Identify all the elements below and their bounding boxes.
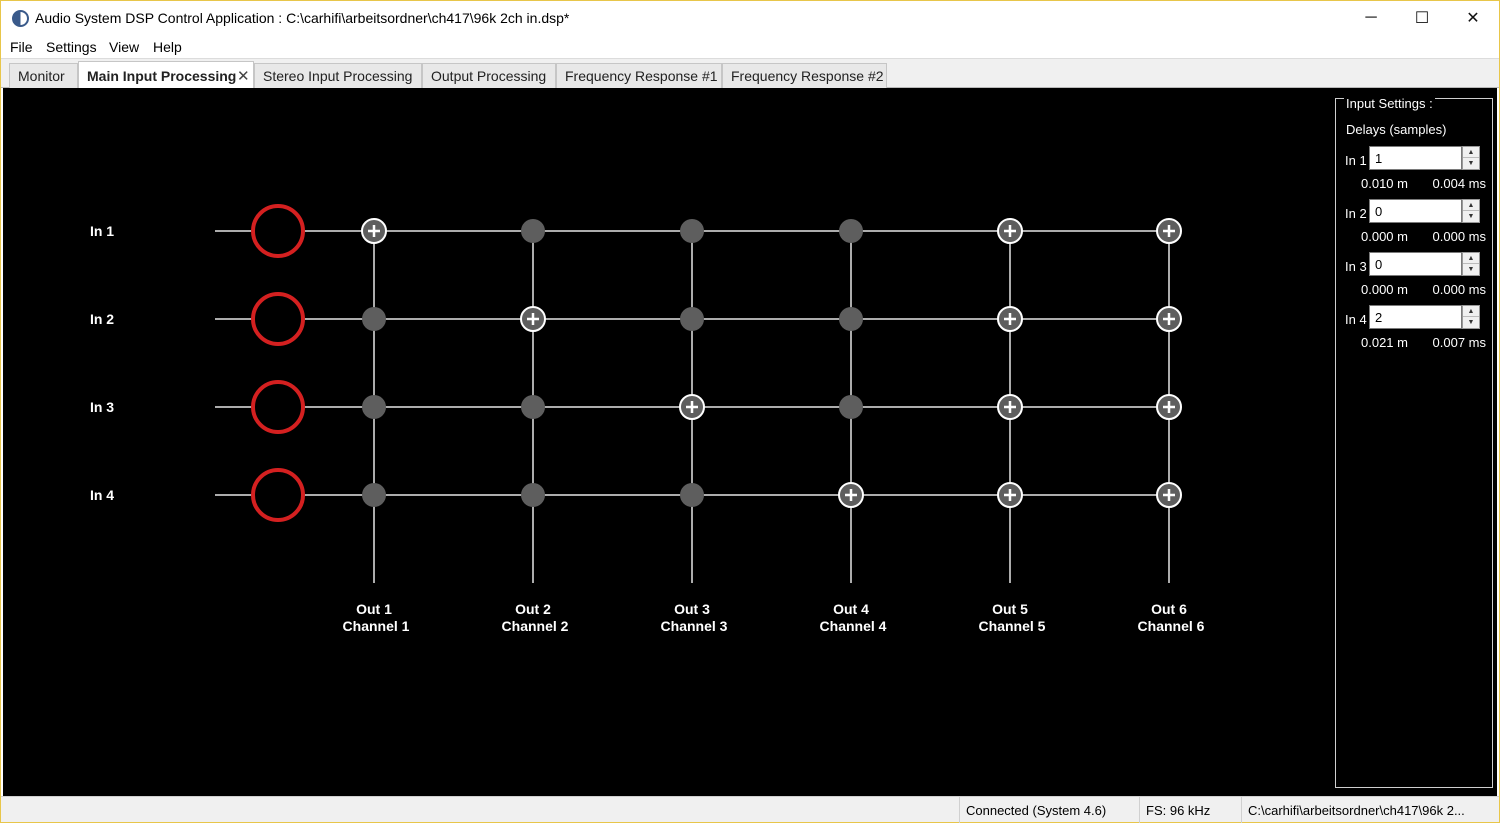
delay-input-in1[interactable] [1369, 146, 1462, 170]
tab-label: Output Processing [431, 68, 547, 84]
spin-down-icon[interactable]: ▼ [1463, 317, 1479, 328]
crosspoint-off[interactable] [521, 395, 545, 419]
input-level-ring[interactable] [251, 468, 305, 522]
output-label: Out 3 [674, 601, 710, 617]
delay-ms: 0.000 ms [1432, 282, 1486, 297]
app-window: Audio System DSP Control Application : C… [0, 0, 1500, 823]
delays-heading: Delays (samples) [1346, 122, 1447, 137]
spin-up-icon[interactable]: ▲ [1463, 253, 1479, 264]
input-level-ring[interactable] [251, 380, 305, 434]
delay-input-in2[interactable] [1369, 199, 1462, 223]
delay-label: In 4 [1345, 312, 1367, 327]
output-channel-label: Channel 2 [502, 618, 569, 634]
output-label: Out 1 [356, 601, 392, 617]
menu-file[interactable]: File [10, 39, 33, 55]
tab-close-icon[interactable]: ✕ [237, 67, 250, 85]
crosspoint-off[interactable] [680, 307, 704, 331]
tab-label: Stereo Input Processing [263, 68, 413, 84]
input-label: In 4 [90, 487, 114, 503]
delay-input-in3[interactable] [1369, 252, 1462, 276]
maximize-button[interactable]: ☐ [1399, 1, 1445, 35]
delay-ms: 0.007 ms [1432, 335, 1486, 350]
input-label: In 3 [90, 399, 114, 415]
title-bar[interactable]: Audio System DSP Control Application : C… [1, 1, 1499, 36]
output-label: Out 2 [515, 601, 551, 617]
delay-row-in1: In 1 ▲ ▼ 0.010 m 0.004 ms [1336, 144, 1494, 197]
crosspoint-off[interactable] [521, 219, 545, 243]
tab-main-input-processing[interactable]: Main Input Processing ✕ [78, 61, 254, 88]
input-label: In 2 [90, 311, 114, 327]
crosspoint-off[interactable] [362, 307, 386, 331]
output-channel-label: Channel 1 [343, 618, 410, 634]
menu-settings[interactable]: Settings [46, 39, 97, 55]
input-settings-panel: Input Settings : Delays (samples) In 1 ▲… [1335, 96, 1494, 788]
crosspoint-off[interactable] [680, 219, 704, 243]
status-connection: Connected (System 4.6) [959, 797, 1139, 823]
delay-meters: 0.000 m [1361, 229, 1408, 244]
crosspoint-off[interactable] [839, 395, 863, 419]
menu-help[interactable]: Help [153, 39, 182, 55]
input-label: In 1 [90, 223, 114, 239]
delay-row-in2: In 2 ▲ ▼ 0.000 m 0.000 ms [1336, 197, 1494, 250]
crosspoint-off[interactable] [839, 219, 863, 243]
delay-meters: 0.021 m [1361, 335, 1408, 350]
delay-row-in3: In 3 ▲ ▼ 0.000 m 0.000 ms [1336, 250, 1494, 303]
menu-view[interactable]: View [109, 39, 139, 55]
crosspoint-off[interactable] [521, 483, 545, 507]
status-sample-rate: FS: 96 kHz [1139, 797, 1241, 823]
menu-bar: File Settings View Help [1, 36, 1499, 58]
output-channel-label: Channel 4 [820, 618, 887, 634]
crosspoint-off[interactable] [680, 483, 704, 507]
spin-down-icon[interactable]: ▼ [1463, 264, 1479, 275]
delay-label: In 1 [1345, 153, 1367, 168]
crosspoint-off[interactable] [839, 307, 863, 331]
routing-matrix: In 1In 2In 3In 4Out 1Channel 1Out 2Chann… [90, 204, 1205, 634]
tab-label: Main Input Processing [87, 68, 237, 84]
input-level-ring[interactable] [251, 204, 305, 258]
delay-ms: 0.004 ms [1432, 176, 1486, 191]
tab-stereo-input-processing[interactable]: Stereo Input Processing [254, 63, 422, 88]
delay-stepper-in4[interactable]: ▲ ▼ [1462, 305, 1480, 329]
minimize-button[interactable]: ─ [1348, 1, 1394, 35]
status-file-path: C:\carhifi\arbeitsordner\ch417\96k 2... [1241, 797, 1477, 823]
delay-meters: 0.010 m [1361, 176, 1408, 191]
tab-frequency-response-2[interactable]: Frequency Response #2 [722, 63, 887, 88]
routing-canvas: In 1 In 2 In 3 In 4 Out 1 Channel 1 Out 2 Chann… [3, 88, 1497, 796]
app-logo-icon [12, 10, 29, 27]
crosspoint-off[interactable] [362, 395, 386, 419]
delay-meters: 0.000 m [1361, 282, 1408, 297]
output-label: Out 6 [1151, 601, 1187, 617]
spin-up-icon[interactable]: ▲ [1463, 147, 1479, 158]
tab-label: Frequency Response #2 [731, 68, 884, 84]
close-window-button[interactable]: ✕ [1450, 1, 1496, 35]
tab-label: Frequency Response #1 [565, 68, 718, 84]
spin-up-icon[interactable]: ▲ [1463, 200, 1479, 211]
spin-down-icon[interactable]: ▼ [1463, 211, 1479, 222]
delay-stepper-in1[interactable]: ▲ ▼ [1462, 146, 1480, 170]
output-channel-label: Channel 5 [979, 618, 1046, 634]
delay-row-in4: In 4 ▲ ▼ 0.021 m 0.007 ms [1336, 303, 1494, 356]
output-label: Out 4 [833, 601, 869, 617]
spin-down-icon[interactable]: ▼ [1463, 158, 1479, 169]
tab-monitor[interactable]: Monitor [9, 63, 78, 88]
spin-up-icon[interactable]: ▲ [1463, 306, 1479, 317]
input-settings-legend: Input Settings : [1344, 96, 1435, 111]
delay-ms: 0.000 ms [1432, 229, 1486, 244]
output-label: Out 5 [992, 601, 1028, 617]
status-bar: Connected (System 4.6) FS: 96 kHz C:\car… [1, 796, 1499, 823]
crosspoint-off[interactable] [362, 483, 386, 507]
delay-stepper-in2[interactable]: ▲ ▼ [1462, 199, 1480, 223]
delay-input-in4[interactable] [1369, 305, 1462, 329]
output-channel-label: Channel 3 [661, 618, 728, 634]
delay-label: In 2 [1345, 206, 1367, 221]
delay-stepper-in3[interactable]: ▲ ▼ [1462, 252, 1480, 276]
tab-label: Monitor [18, 68, 65, 84]
input-level-ring[interactable] [251, 292, 305, 346]
delay-label: In 3 [1345, 259, 1367, 274]
window-title: Audio System DSP Control Application : C… [35, 10, 570, 26]
tab-output-processing[interactable]: Output Processing [422, 63, 556, 88]
tab-frequency-response-1[interactable]: Frequency Response #1 [556, 63, 722, 88]
output-channel-label: Channel 6 [1138, 618, 1205, 634]
tab-bar: Monitor Main Input Processing ✕ Stereo I… [1, 58, 1499, 88]
